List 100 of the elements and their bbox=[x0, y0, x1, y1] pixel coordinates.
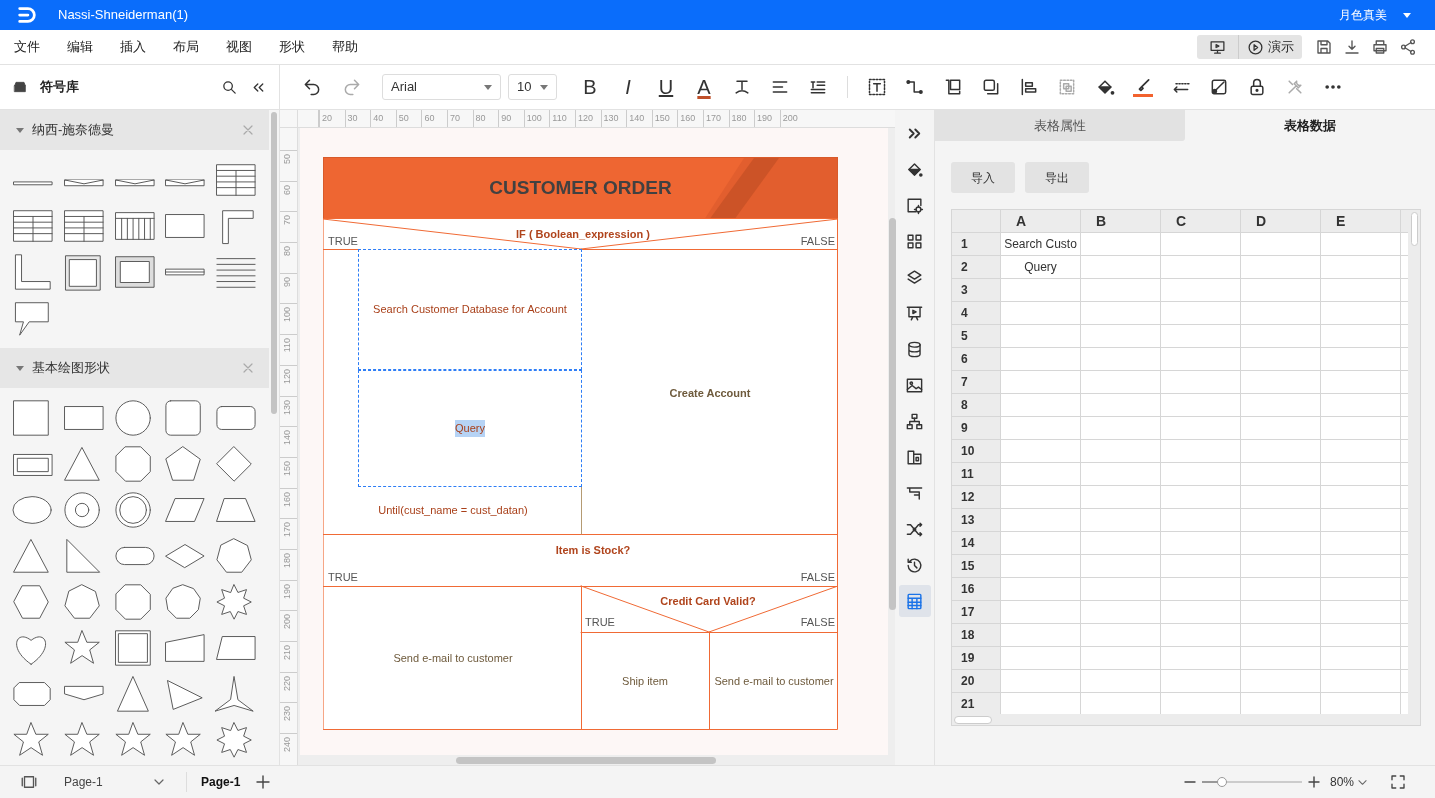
connector-icon[interactable] bbox=[905, 77, 925, 97]
menu-item[interactable]: 编辑 bbox=[67, 37, 93, 57]
scrollbar-thumb[interactable] bbox=[456, 756, 716, 764]
ruler-label: 160 bbox=[282, 491, 292, 507]
condition-label: Item is Stock? bbox=[554, 542, 632, 558]
edit-shape-icon[interactable] bbox=[1209, 77, 1229, 97]
ruler-label: 180 bbox=[282, 552, 292, 568]
menu-item[interactable]: 布局 bbox=[173, 37, 199, 57]
ruler-label: 120 bbox=[574, 110, 601, 127]
block-text: Ship item bbox=[621, 673, 669, 689]
search-icon[interactable] bbox=[221, 78, 238, 96]
panel-button[interactable]: 导出 bbox=[1025, 162, 1089, 193]
row-header: 4 bbox=[952, 302, 1001, 325]
bold-button[interactable]: B bbox=[571, 72, 609, 102]
true-label: TRUE bbox=[328, 234, 359, 248]
column-header: C bbox=[1161, 210, 1241, 233]
diagram-title: CUSTOMER ORDER bbox=[489, 175, 672, 200]
ruler-label: 130 bbox=[282, 399, 292, 415]
layers-icon bbox=[905, 267, 924, 287]
row-header: 5 bbox=[952, 325, 1001, 348]
share-icon[interactable] bbox=[1399, 38, 1417, 56]
row-header: 11 bbox=[952, 463, 1001, 486]
ruler-label: 30 bbox=[344, 110, 371, 127]
print-icon[interactable] bbox=[1371, 38, 1389, 56]
play-icon bbox=[1247, 38, 1264, 56]
row-header: 7 bbox=[952, 371, 1001, 394]
loop-block[interactable]: Query bbox=[358, 370, 582, 487]
page-tab[interactable]: Page-1 bbox=[201, 773, 241, 791]
library-section-header[interactable]: 基本绘图形状 bbox=[0, 348, 270, 388]
true-label: TRUE bbox=[585, 615, 616, 629]
lock-icon[interactable] bbox=[1247, 77, 1267, 97]
send-back-icon[interactable] bbox=[981, 77, 1001, 97]
slider-thumb[interactable] bbox=[1216, 777, 1227, 787]
ruler-label: 150 bbox=[282, 460, 292, 476]
row-header: 15 bbox=[952, 555, 1001, 578]
save-icon[interactable] bbox=[1315, 38, 1333, 56]
font-dropdown[interactable]: Arial bbox=[382, 74, 501, 100]
undo-icon[interactable] bbox=[302, 77, 322, 97]
scrollbar-thumb[interactable] bbox=[954, 715, 992, 724]
row-header: 12 bbox=[952, 486, 1001, 509]
ruler-label: 190 bbox=[754, 110, 780, 127]
ruler-label: 110 bbox=[549, 110, 575, 127]
ruler-label: 230 bbox=[282, 706, 292, 722]
library-section-header[interactable]: 纳西-施奈德曼 bbox=[0, 110, 270, 150]
text-box-icon[interactable] bbox=[867, 77, 887, 97]
caret-icon bbox=[540, 84, 548, 90]
ruler-label: 60 bbox=[282, 184, 292, 195]
loop-condition: Until(cust_name = cust_datan) bbox=[377, 502, 529, 518]
italic-button[interactable]: I bbox=[609, 72, 647, 102]
menu-item[interactable]: 插入 bbox=[120, 37, 146, 57]
row-header: 14 bbox=[952, 532, 1001, 555]
bring-front-icon[interactable] bbox=[943, 77, 963, 97]
table-cell: Query bbox=[1001, 256, 1081, 279]
ruler-label: 160 bbox=[677, 110, 703, 127]
monitor-icon bbox=[1209, 38, 1226, 56]
menu-item[interactable]: 视图 bbox=[226, 37, 252, 57]
ruler-label: 140 bbox=[626, 110, 652, 127]
user-menu[interactable]: 月色真美 bbox=[1339, 6, 1411, 24]
ruler-label: 100 bbox=[282, 307, 292, 323]
fullscreen-icon[interactable] bbox=[1389, 773, 1407, 791]
menu-item[interactable]: 帮助 bbox=[332, 37, 358, 57]
row-header: 9 bbox=[952, 417, 1001, 440]
scrollbar-thumb[interactable] bbox=[889, 218, 896, 610]
row-header: 17 bbox=[952, 601, 1001, 624]
loop-block[interactable]: Search Customer Database for Account bbox=[358, 249, 582, 370]
row-header: 8 bbox=[952, 394, 1001, 417]
align-left-icon[interactable] bbox=[1019, 77, 1039, 97]
scrollbar-thumb[interactable] bbox=[1410, 212, 1418, 246]
ruler-label: 170 bbox=[282, 522, 292, 538]
caret-icon bbox=[484, 84, 492, 90]
ruler-label: 200 bbox=[282, 614, 292, 630]
zoom-in-icon[interactable] bbox=[1307, 776, 1320, 788]
font-size-dropdown[interactable]: 10 bbox=[508, 74, 557, 100]
font-color-button[interactable]: A bbox=[685, 72, 723, 102]
image-icon bbox=[905, 375, 924, 395]
menu-item[interactable]: 文件 bbox=[14, 37, 40, 57]
row-header: 2 bbox=[952, 256, 1001, 279]
chevron-down-icon bbox=[1358, 777, 1367, 787]
ruler-label: 150 bbox=[651, 110, 678, 127]
download-icon[interactable] bbox=[1343, 38, 1361, 56]
page-dropdown[interactable]: Page-1 bbox=[64, 773, 164, 791]
menu-item[interactable]: 形状 bbox=[279, 37, 305, 57]
window-title: Nassi-Shneiderman(1) bbox=[58, 6, 189, 25]
scrollbar-thumb[interactable] bbox=[271, 112, 277, 414]
row-header: 18 bbox=[952, 624, 1001, 647]
table-icon bbox=[905, 591, 924, 611]
shape-thumbnail[interactable] bbox=[214, 674, 257, 714]
page-settings-icon bbox=[905, 195, 924, 215]
zoom-dropdown[interactable]: 80% bbox=[1329, 773, 1367, 791]
panel-tab[interactable]: 表格属性 bbox=[935, 110, 1185, 141]
brush-icon[interactable] bbox=[1133, 77, 1153, 97]
ruler-label: 60 bbox=[421, 110, 447, 127]
chevron-down-icon bbox=[154, 777, 164, 787]
ruler-label: 200 bbox=[779, 110, 806, 127]
underline-button[interactable]: U bbox=[647, 72, 685, 102]
true-label: TRUE bbox=[328, 570, 359, 584]
ruler-label: 50 bbox=[282, 154, 292, 164]
add-icon[interactable] bbox=[256, 775, 271, 789]
panel-button[interactable]: 导入 bbox=[951, 162, 1015, 193]
row-header: 1 bbox=[952, 233, 1001, 256]
